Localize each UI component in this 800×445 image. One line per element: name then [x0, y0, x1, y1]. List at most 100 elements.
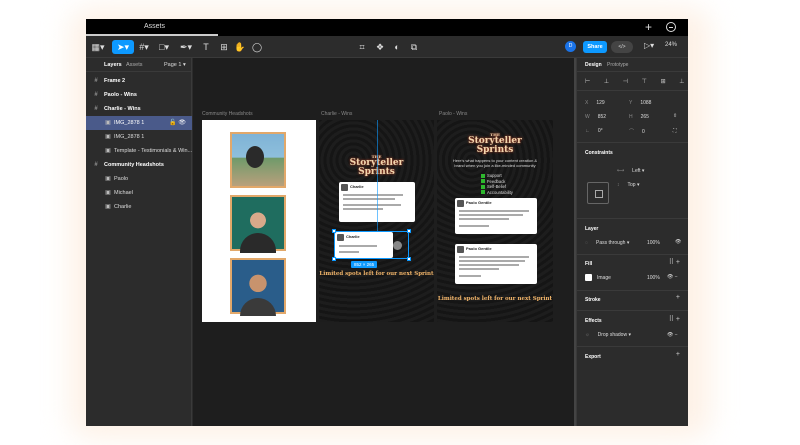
layers-panel: Layers Assets Page 1 ▾ # Frame 2 # Paolo…	[86, 58, 192, 426]
share-button[interactable]: Share	[583, 41, 607, 53]
testimonial-card[interactable]: Paolo Gentile	[455, 244, 537, 284]
crop-icon[interactable]: ⌗	[354, 40, 370, 54]
layer-item-community-headshots[interactable]: # Community Headshots	[86, 158, 192, 172]
circle-menu-icon[interactable]	[666, 22, 676, 32]
intro-text: Here's what happens to your content crea…	[452, 158, 538, 168]
frame-label-headshots[interactable]: Community Headshots	[202, 111, 253, 117]
person-shoulders	[240, 233, 276, 253]
frame-tool-icon[interactable]: #▾	[136, 40, 152, 54]
page-selector[interactable]: Page 1 ▾	[164, 62, 186, 68]
user-avatar[interactable]: D	[565, 41, 576, 52]
lock-eye-icons[interactable]: 🔓 👁	[169, 116, 186, 130]
assets-tab[interactable]: Assets	[126, 62, 143, 68]
headshot-photo-1[interactable]	[230, 132, 286, 188]
fill-type-label[interactable]: Image	[597, 275, 611, 281]
fill-visibility-icons[interactable]: 👁 −	[667, 274, 678, 280]
hand-tool-icon[interactable]: ✋	[232, 40, 248, 54]
layer-opacity-field[interactable]: 100%	[647, 240, 660, 246]
alignment-icons[interactable]: ⊢ ⊥ ⊣ ⊤ ⊞ ⊥ ⋯	[585, 78, 688, 85]
corner-radius-field[interactable]: ⌒ 0	[629, 128, 645, 135]
fill-swatch[interactable]	[585, 274, 592, 281]
rotation-field[interactable]: ∟ 0°	[585, 128, 603, 134]
vertical-constraint-select[interactable]: ↕ Top ▾	[617, 182, 639, 188]
layer-title: Layer	[585, 226, 599, 232]
pen-tool-icon[interactable]: ✒▾	[178, 40, 194, 54]
layer-item-charlie[interactable]: ▣ Charlie	[86, 200, 192, 214]
add-stroke-icon[interactable]: +	[676, 294, 680, 301]
figma-window: Assets + ▦▾ ➤▾ #▾ □▾ ✒▾ T ⊞ ✋ ◯ ⌗ ❖ ◐ ⧉ …	[86, 19, 688, 426]
effect-row[interactable]: ☼ Drop shadow ▾	[585, 332, 631, 338]
layer-item-template[interactable]: ▣ Template - Testimonials & Win...	[86, 144, 192, 158]
design-panel: Design Prototype ⊢ ⊥ ⊣ ⊤ ⊞ ⊥ ⋯ X129 Y108…	[576, 58, 688, 426]
community-headshots-frame[interactable]	[202, 120, 316, 322]
cta-text: Limited spots left for our next Sprint	[437, 296, 553, 302]
add-export-icon[interactable]: +	[676, 351, 680, 358]
check-icon	[481, 184, 485, 189]
layer-item-michael[interactable]: ▣ Michael	[86, 186, 192, 200]
add-effect-icon[interactable]: ⠿ +	[669, 315, 680, 323]
resources-icon[interactable]: ⊞	[216, 40, 232, 54]
frame-icon: #	[94, 162, 98, 168]
layer-item-charlie-wins[interactable]: # Charlie - Wins	[86, 102, 192, 116]
independent-corners-icon[interactable]: ⛶	[673, 128, 677, 134]
testimonial-card[interactable]: Paolo Gentile	[455, 198, 537, 234]
person-shoulders	[240, 298, 276, 316]
new-tab-plus-icon[interactable]: +	[645, 20, 652, 34]
fill-opacity-field[interactable]: 100%	[647, 275, 660, 281]
frame-label-charlie-wins[interactable]: Charlie - Wins	[321, 111, 352, 117]
comment-tool-icon[interactable]: ◯	[249, 40, 265, 54]
layer-item-frame-2[interactable]: # Frame 2	[86, 74, 192, 88]
shape-tool-icon[interactable]: □▾	[156, 40, 172, 54]
frame-icon: #	[94, 78, 98, 84]
resize-handle[interactable]	[407, 229, 411, 233]
headshot-photo-3[interactable]	[230, 258, 286, 316]
main-menu-icon[interactable]: ▦▾	[90, 40, 106, 54]
height-field[interactable]: H 265	[629, 114, 649, 120]
move-tool-icon[interactable]: ➤▾	[112, 40, 134, 54]
image-icon: ▣	[105, 204, 111, 210]
export-title: Export	[585, 354, 601, 360]
layer-item-img-2878-selected[interactable]: ▣ IMG_2878 1 🔓 👁	[86, 116, 192, 130]
blend-mode-select[interactable]: ◌ Pass through ▾	[585, 240, 629, 246]
resize-handle[interactable]	[407, 257, 411, 261]
component-icon[interactable]: ❖	[372, 40, 388, 54]
image-icon: ▣	[105, 148, 111, 154]
present-play-icon[interactable]: ▷▾	[644, 41, 654, 50]
benefits-checklist: Support Feedback Self-Belief Accountabil…	[481, 173, 513, 195]
title-bar: Assets +	[86, 19, 688, 36]
file-tab[interactable]: Assets	[86, 19, 218, 36]
prototype-tab[interactable]: Prototype	[607, 62, 628, 68]
image-icon: ▣	[105, 176, 111, 182]
width-field[interactable]: W 852	[585, 114, 606, 120]
layer-item-paolo[interactable]: ▣ Paolo	[86, 172, 192, 186]
layer-item-img-2878[interactable]: ▣ IMG_2878 1	[86, 130, 192, 144]
effects-title: Effects	[585, 318, 602, 324]
frame-label-paolo-wins[interactable]: Paolo - Wins	[439, 111, 467, 117]
layers-tab[interactable]: Layers	[104, 62, 122, 68]
headshot-photo-2[interactable]	[230, 195, 286, 253]
mask-icon[interactable]: ◐	[389, 40, 405, 54]
horizontal-constraint-select[interactable]: ⟷ Left ▾	[617, 168, 644, 174]
zoom-dropdown[interactable]: 24%	[665, 42, 677, 48]
eye-icon[interactable]: 👁	[675, 239, 681, 245]
add-fill-icon[interactable]: ⠿ +	[669, 258, 680, 266]
effect-visibility-icons[interactable]: 👁 −	[667, 332, 678, 338]
boolean-icon[interactable]: ⧉	[406, 40, 422, 54]
design-tab[interactable]: Design	[585, 62, 602, 68]
dev-mode-toggle[interactable]: </>	[611, 41, 633, 53]
text-tool-icon[interactable]: T	[198, 40, 214, 54]
x-field[interactable]: X 129	[585, 100, 605, 106]
constraints-widget[interactable]	[587, 182, 609, 204]
cursor-dot	[393, 241, 402, 250]
layer-item-paolo-wins[interactable]: # Paolo - Wins	[86, 88, 192, 102]
selection-box[interactable]	[332, 229, 411, 261]
y-field[interactable]: Y 1088	[629, 100, 651, 106]
canvas[interactable]: Community Headshots Charlie - Wins Paolo…	[193, 58, 576, 426]
constrain-proportions-icon[interactable]: ⇳	[673, 113, 677, 119]
avatar	[457, 200, 464, 207]
toolbar: ▦▾ ➤▾ #▾ □▾ ✒▾ T ⊞ ✋ ◯ ⌗ ❖ ◐ ⧉ D Share <…	[86, 36, 688, 58]
resize-handle[interactable]	[332, 229, 336, 233]
paolo-wins-frame[interactable]: THE Storyteller Sprints Here's what happ…	[437, 120, 553, 322]
resize-handle[interactable]	[332, 257, 336, 261]
fill-title: Fill	[585, 261, 593, 267]
